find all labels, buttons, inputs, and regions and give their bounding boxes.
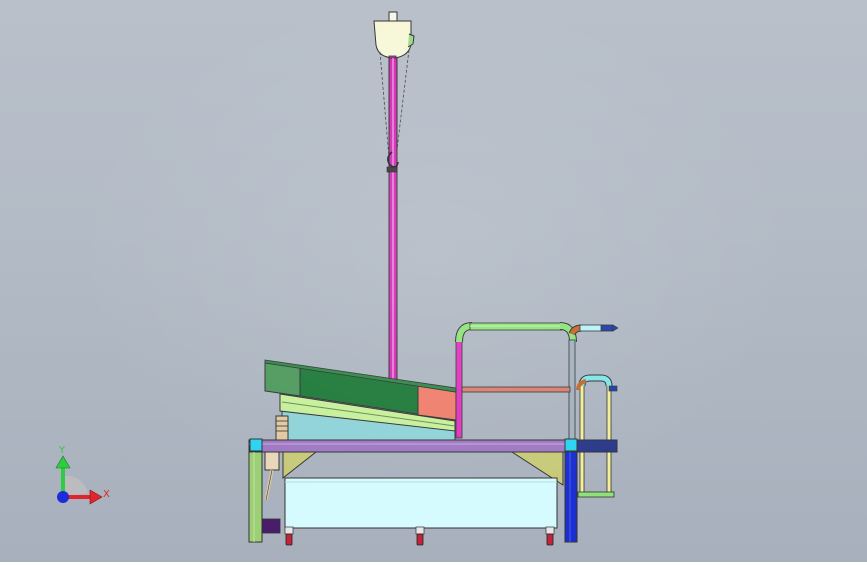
corner-block-left [249,438,263,452]
vertical-hanger-pole[interactable] [386,57,399,391]
caster-left [284,526,294,546]
triad-x-label: X [103,489,110,500]
corner-block-right [564,438,578,452]
caster-wheels[interactable] [284,526,555,546]
motor-side-bracket [407,33,415,48]
right-leg[interactable] [564,451,578,543]
caster-middle [415,526,425,546]
triad-y-label: Y [58,445,66,456]
origin-icon [57,491,69,503]
table-top-beam[interactable] [248,438,618,453]
cad-model-canvas[interactable]: Y X [0,0,867,562]
cad-viewport[interactable]: Y X [0,0,867,562]
under-storage-box[interactable] [284,477,558,529]
motor-housing [373,20,412,59]
motor-shaft-cap [388,11,398,22]
coordinate-triad[interactable]: Y X [55,445,110,505]
caster-right [545,526,555,546]
